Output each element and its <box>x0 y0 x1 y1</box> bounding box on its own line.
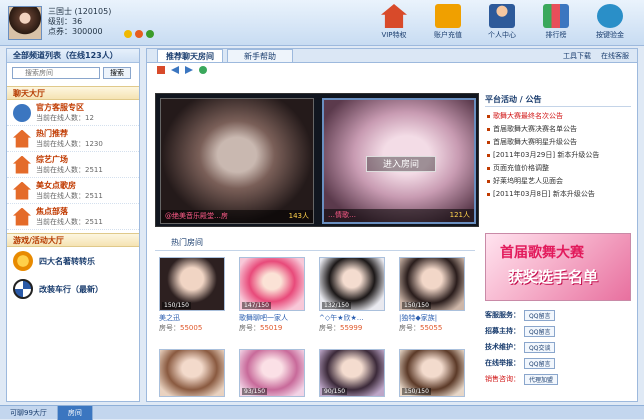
room-photo: 150/150 <box>399 257 465 311</box>
user-name: 三国士 (120105) <box>48 7 112 16</box>
user-avatar[interactable] <box>8 6 42 40</box>
service-row: 招募主持： QQ留言 <box>485 323 631 339</box>
sidebar-room[interactable]: 综艺广场 当前在线人数：2511 <box>7 152 139 178</box>
car-logo-icon <box>13 279 33 299</box>
room-photo: 132/150 <box>319 257 385 311</box>
ranking-button[interactable]: 排行榜 <box>534 4 578 40</box>
sidebar-room[interactable]: 美女点歌房 当前在线人数：2511 <box>7 178 139 204</box>
tab-recommended[interactable]: 推荐聊天房间 <box>157 49 223 62</box>
room-photo: 90/150 <box>319 349 385 397</box>
announcement-item[interactable]: 首届歌舞大赛决赛名单公告 <box>485 123 631 136</box>
sidebar-room[interactable]: 官方客服专区 当前在线人数：12 <box>7 100 139 126</box>
room-photo: 150/150 <box>159 257 225 311</box>
qq-button[interactable]: QQ留言 <box>524 325 556 337</box>
service-row: 客服服务： QQ留言 <box>485 307 631 323</box>
hot-rooms-title: 热门房间 <box>155 237 475 251</box>
user-points: 点券：300000 <box>48 27 103 36</box>
room-photo <box>159 349 225 397</box>
room-card[interactable]: 150/150 <box>399 349 469 397</box>
search-bar: 搜索 <box>7 63 139 83</box>
sidebar-game[interactable]: 改装车行（最新） <box>7 275 139 303</box>
service-icon <box>13 103 31 122</box>
sidebar-room[interactable]: 热门推荐 当前在线人数：1230 <box>7 126 139 152</box>
qq-button[interactable]: QQ留言 <box>524 309 556 321</box>
featured-banner: @绝美音乐殿堂…房 143人 进入房间 …情歌… 121人 <box>155 93 479 227</box>
recharge-button[interactable]: 账户充值 <box>426 4 470 40</box>
announcements: 平台活动 / 公告 歌舞大赛最终名次公告 首届歌舞大赛决赛名单公告 首届歌舞大赛… <box>485 93 631 223</box>
forward-icon[interactable] <box>185 66 193 74</box>
qq-button[interactable]: QQ留言 <box>524 357 556 369</box>
hot-rooms-grid: 150/150 美之迅 房号：55005 147/150 歌舞聊吧一家人 房号：5501… <box>159 257 479 397</box>
profile-button[interactable]: 个人中心 <box>480 4 524 40</box>
user-icon <box>489 4 515 28</box>
room-card[interactable]: 150/150 美之迅 房号：55005 <box>159 257 229 343</box>
agent-join-button[interactable]: 代理加盟 <box>524 373 559 385</box>
section-chat-hall[interactable]: 聊天大厅 <box>7 86 139 100</box>
announcement-item[interactable]: 歌舞大赛最终名次公告 <box>485 110 631 123</box>
sidebar-title: 全部频道列表（在线123人） <box>7 49 139 63</box>
house-icon <box>13 207 31 226</box>
service-row: 在线举报： QQ留言 <box>485 355 631 371</box>
announcement-item[interactable]: 页面充值价格调整 <box>485 162 631 175</box>
monkey-icon <box>13 251 33 271</box>
contest-ad-banner[interactable]: 首届歌舞大赛 获奖选手名单 <box>485 233 631 301</box>
search-input[interactable] <box>12 67 100 79</box>
featured-room-right[interactable]: 进入房间 …情歌… 121人 <box>322 98 476 224</box>
room-card[interactable]: 147/150 歌舞聊吧一家人 房号：55019 <box>239 257 309 343</box>
house-icon <box>13 181 31 200</box>
room-photo: 93/150 <box>239 349 305 397</box>
bottom-tab-room[interactable]: 房间 <box>57 406 93 420</box>
online-service-link[interactable]: 在线客服 <box>601 51 629 61</box>
tab-tools: 工具下载 在线客服 <box>563 51 629 61</box>
service-row: 技术维护： QQ交谈 <box>485 339 631 355</box>
sales-row: 销售咨询： 代理加盟 <box>485 371 631 387</box>
yen-icon <box>435 4 461 28</box>
service-panel: 客服服务： QQ留言 招募主持： QQ留言 技术维护： QQ交谈 在线举报： QQ留言 … <box>485 307 631 387</box>
gem-icon <box>146 30 154 38</box>
enter-room-button[interactable]: 进入房间 <box>366 156 436 172</box>
sidebar-game[interactable]: 四大名著转转乐 <box>7 247 139 275</box>
announcement-item[interactable]: 好莱坞明星艺人见面会 <box>485 175 631 188</box>
home-icon[interactable] <box>157 66 165 74</box>
user-level: 级别：36 <box>48 17 83 26</box>
bar-chart-icon <box>543 4 569 28</box>
user-info: 三国士 (120105) 级别：36 点券：300000 <box>48 7 111 37</box>
back-icon[interactable] <box>171 66 179 74</box>
bottom-tab-hall[interactable]: 可聊99大厅 <box>0 406 58 420</box>
coin-icons <box>124 30 154 38</box>
house-icon <box>13 129 31 148</box>
announcements-title: 平台活动 / 公告 <box>485 93 631 107</box>
room-photo: 150/150 <box>399 349 465 397</box>
tab-newbie-help[interactable]: 新手帮助 <box>227 49 293 62</box>
globe-icon <box>597 4 623 28</box>
nav-row <box>147 63 637 77</box>
vip-button[interactable]: VIP特权 <box>372 4 416 40</box>
sidebar-room[interactable]: 焦点部落 当前在线人数：2511 <box>7 204 139 230</box>
home-icon <box>381 4 407 28</box>
room-card[interactable] <box>159 349 229 397</box>
room-card[interactable]: 132/150 ^◇午★欣★… 房号：55999 <box>319 257 389 343</box>
section-game-hall[interactable]: 游戏/活动大厅 <box>7 233 139 247</box>
featured-room-left[interactable]: @绝美音乐殿堂…房 143人 <box>160 98 314 224</box>
announcement-item[interactable]: [2011年03月29日] 新本升级公告 <box>485 149 631 162</box>
bottom-tabs: 可聊99大厅 房间 <box>0 405 644 420</box>
room-card[interactable]: 90/150 <box>319 349 389 397</box>
qq-button[interactable]: QQ交谈 <box>524 341 556 353</box>
coin-icon <box>124 30 132 38</box>
badge-icon <box>135 30 143 38</box>
room-card[interactable]: 93/150 <box>239 349 309 397</box>
top-bar: 三国士 (120105) 级别：36 点券：300000 VIP特权 账户充值 … <box>0 0 644 46</box>
house-icon <box>13 155 31 174</box>
search-button[interactable]: 搜索 <box>103 67 131 79</box>
channel-sidebar: 全部频道列表（在线123人） 搜索 聊天大厅 官方客服专区当前在线人数：12 热… <box>6 48 140 402</box>
room-card[interactable]: 150/150 |独特◆家族| 房号：55055 <box>399 257 469 343</box>
toolbar: VIP特权 账户充值 个人中心 排行榜 按键验金 <box>372 4 632 40</box>
verify-button[interactable]: 按键验金 <box>588 4 632 40</box>
main-panel: 推荐聊天房间 新手帮助 工具下载 在线客服 @绝美音乐殿堂…房 143人 进入房间… <box>146 48 638 402</box>
room-photo: 147/150 <box>239 257 305 311</box>
announcement-item[interactable]: 首届歌舞大赛明星升级公告 <box>485 136 631 149</box>
announcement-item[interactable]: [2011年03月8日] 新本升级公告 <box>485 188 631 201</box>
refresh-icon[interactable] <box>199 66 207 74</box>
tool-download-link[interactable]: 工具下载 <box>563 51 591 61</box>
